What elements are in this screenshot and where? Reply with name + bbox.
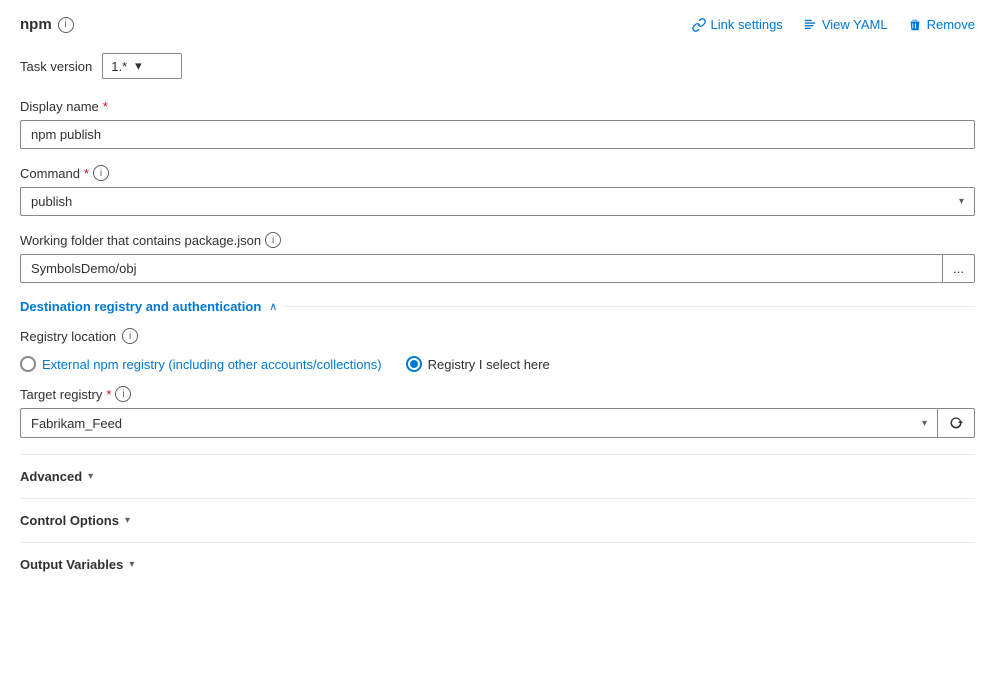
output-variables-chevron-icon: ▾ (129, 559, 134, 570)
advanced-label: Advanced (20, 469, 82, 484)
trash-icon (908, 18, 922, 32)
destination-collapse-icon[interactable]: ∧ (269, 300, 277, 313)
destination-section-title: Destination registry and authentication (20, 299, 261, 314)
target-registry-required: * (106, 387, 111, 402)
select-here-radio[interactable] (406, 356, 422, 372)
external-registry-option[interactable]: External npm registry (including other a… (20, 356, 382, 372)
destination-divider (285, 306, 975, 307)
target-registry-section: Target registry * i Fabrikam_Feed ▾ (20, 386, 975, 438)
chevron-down-icon: ▾ (135, 58, 142, 74)
control-options-header[interactable]: Control Options ▾ (20, 513, 975, 528)
link-icon (692, 18, 706, 32)
command-info-icon[interactable]: i (93, 165, 109, 181)
output-variables-header[interactable]: Output Variables ▾ (20, 557, 975, 572)
task-version-select[interactable]: 1.* ▾ (102, 53, 182, 79)
output-variables-label: Output Variables (20, 557, 123, 572)
advanced-header[interactable]: Advanced ▾ (20, 469, 975, 484)
registry-location-info-icon[interactable]: i (122, 328, 138, 344)
working-folder-section: Working folder that contains package.jso… (20, 232, 975, 283)
npm-info-icon[interactable]: i (58, 17, 74, 33)
working-folder-browse-button[interactable]: ... (943, 254, 975, 283)
target-registry-info-icon[interactable]: i (115, 386, 131, 402)
task-version-row: Task version 1.* ▾ (20, 53, 975, 79)
remove-label: Remove (927, 17, 975, 32)
yaml-icon (803, 18, 817, 32)
registry-location-options: External npm registry (including other a… (20, 356, 975, 372)
external-registry-radio[interactable] (20, 356, 36, 372)
display-name-section: Display name * (20, 99, 975, 149)
display-name-label: Display name * (20, 99, 975, 114)
target-registry-chevron-icon: ▾ (922, 418, 927, 429)
ellipsis-label: ... (953, 261, 964, 276)
page-title: npm (20, 16, 52, 33)
command-value: publish (31, 194, 72, 209)
working-folder-label: Working folder that contains package.jso… (20, 232, 975, 248)
select-here-label: Registry I select here (428, 357, 550, 372)
output-variables-section: Output Variables ▾ (20, 542, 975, 586)
control-options-section: Control Options ▾ (20, 498, 975, 542)
command-select[interactable]: publish ▾ (20, 187, 975, 216)
command-required: * (84, 166, 89, 181)
advanced-section: Advanced ▾ (20, 454, 975, 498)
link-settings-button[interactable]: Link settings (692, 17, 783, 32)
task-version-label: Task version (20, 59, 92, 74)
command-chevron-icon: ▾ (959, 196, 964, 207)
view-yaml-label: View YAML (822, 17, 888, 32)
command-label: Command * i (20, 165, 975, 181)
external-registry-label: External npm registry (including other a… (42, 357, 382, 372)
working-folder-info-icon[interactable]: i (265, 232, 281, 248)
target-registry-refresh-button[interactable] (938, 408, 975, 438)
view-yaml-button[interactable]: View YAML (803, 17, 888, 32)
task-version-value: 1.* (111, 59, 127, 74)
target-registry-input-group: Fabrikam_Feed ▾ (20, 408, 975, 438)
working-folder-input[interactable] (20, 254, 943, 283)
link-settings-label: Link settings (711, 17, 783, 32)
command-section: Command * i publish ▾ (20, 165, 975, 216)
remove-button[interactable]: Remove (908, 17, 975, 32)
control-options-chevron-icon: ▾ (125, 515, 130, 526)
registry-location-row: Registry location i (20, 328, 975, 344)
target-registry-value: Fabrikam_Feed (31, 416, 122, 431)
select-here-option[interactable]: Registry I select here (406, 356, 550, 372)
control-options-label: Control Options (20, 513, 119, 528)
working-folder-input-group: ... (20, 254, 975, 283)
display-name-input[interactable] (20, 120, 975, 149)
display-name-required: * (103, 99, 108, 114)
refresh-icon (948, 415, 964, 431)
advanced-chevron-icon: ▾ (88, 471, 93, 482)
target-registry-select[interactable]: Fabrikam_Feed ▾ (20, 408, 938, 438)
target-registry-label: Target registry * i (20, 386, 975, 402)
registry-location-label: Registry location (20, 329, 116, 344)
destination-section-header: Destination registry and authentication … (20, 299, 975, 314)
